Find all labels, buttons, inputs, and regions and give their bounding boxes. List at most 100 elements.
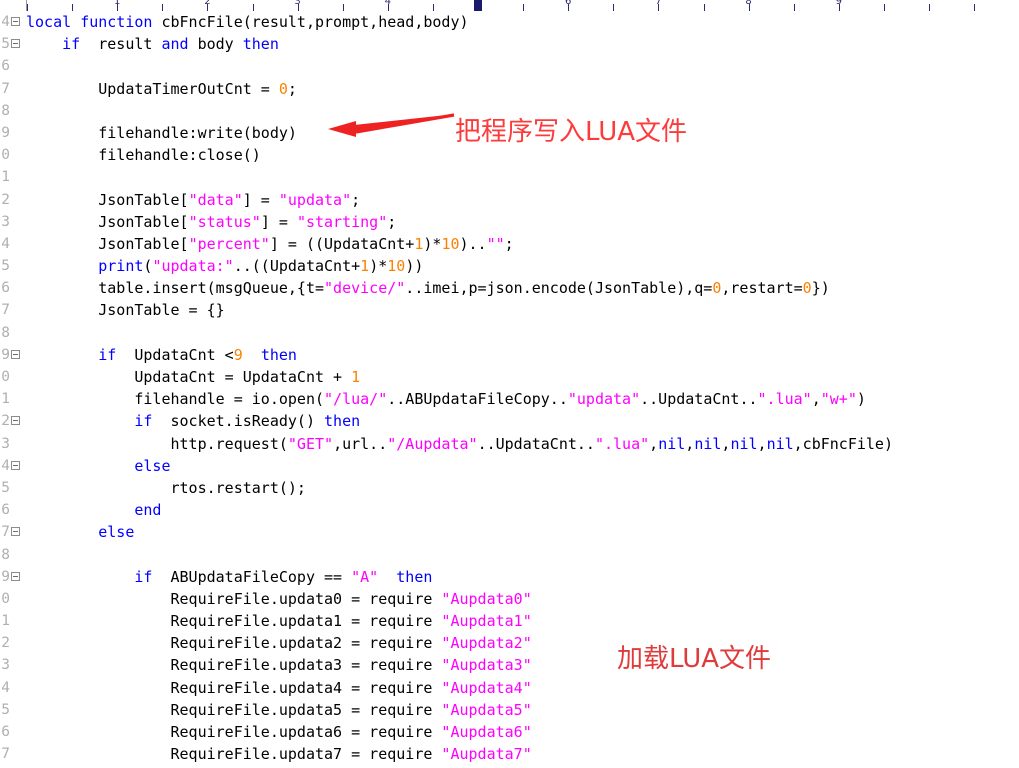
ruler-cursor-marker [474, 0, 482, 11]
code-text: filehandle:write(body) [26, 123, 297, 142]
code-line[interactable]: 3 JsonTable["status"] = "starting"; [0, 211, 1019, 233]
code-line[interactable]: 0 RequireFile.updata0 = require "Aupdata… [0, 588, 1019, 610]
ruler-tick [72, 4, 74, 11]
code-line[interactable]: 2 RequireFile.updata2 = require "Aupdata… [0, 632, 1019, 654]
ruler-tick [27, 4, 28, 11]
line-number: 0 [1, 147, 10, 164]
line-number: 5 [1, 701, 10, 718]
line-number: 5 [1, 36, 10, 53]
code-text: UpdataTimerOutCnt = 0; [26, 79, 297, 98]
ruler-tick [432, 4, 434, 11]
ruler-label-1: 1 [114, 0, 121, 7]
code-line[interactable]: 7 UpdataTimerOutCnt = 0; [0, 78, 1019, 100]
code-line[interactable]: 9 if ABUpdataFileCopy == "A" then [0, 566, 1019, 588]
code-line[interactable]: 1 filehandle = io.open("/lua/"..ABUpdata… [0, 388, 1019, 410]
code-line[interactable]: 1 RequireFile.updata1 = require "Aupdata… [0, 610, 1019, 632]
code-text: local function cbFncFile(result,prompt,h… [26, 13, 469, 31]
ruler-tick [523, 4, 525, 11]
fold-collapse-icon[interactable] [11, 460, 20, 470]
ruler-tick [974, 4, 976, 11]
code-text: http.request("GET",url.."/Aupdata"..Upda… [26, 434, 893, 453]
code-line[interactable]: 4 RequireFile.updata4 = require "Aupdata… [0, 677, 1019, 699]
code-line[interactable]: 4 else [0, 455, 1019, 477]
code-text: rtos.restart(); [26, 478, 306, 497]
code-text: RequireFile.updata4 = require "Aupdata4" [26, 678, 532, 697]
code-line[interactable]: 0 UpdataCnt = UpdataCnt + 1 [0, 366, 1019, 388]
ruler-label-8: 8 [745, 0, 752, 7]
code-text: end [134, 501, 162, 520]
ruler-tick [929, 4, 930, 11]
code-line[interactable]: 2 if socket.isReady() then [0, 410, 1019, 432]
fold-collapse-icon[interactable] [11, 17, 20, 26]
line-number: 5 [1, 258, 10, 275]
code-text: JsonTable["percent"] = ((UpdataCnt+1)*10… [26, 234, 514, 253]
ruler-tick [703, 4, 705, 11]
line-number: 4 [1, 457, 10, 474]
fold-collapse-icon[interactable] [11, 527, 20, 537]
code-text: if ABUpdataFileCopy == "A" then [134, 567, 433, 586]
code-text: RequireFile.updata1 = require "Aupdata1" [26, 612, 532, 631]
fold-collapse-icon[interactable] [11, 571, 20, 581]
code-text: print("updata:"..((UpdataCnt+1)*10)) [98, 257, 424, 276]
code-text: JsonTable["data"] = "updata"; [26, 190, 361, 209]
code-line[interactable]: 5 if result and body then [0, 33, 1019, 55]
code-line[interactable]: 5 rtos.restart(); [0, 477, 1019, 499]
code-line[interactable]: 8 [0, 322, 1019, 344]
code-text: UpdataCnt = UpdataCnt + 1 [26, 368, 361, 386]
code-text: filehandle:close() [26, 146, 261, 165]
ruler-tick [162, 4, 164, 11]
line-number: 8 [1, 546, 10, 563]
code-text: RequireFile.updata6 = require "Aupdata6" [26, 723, 532, 741]
line-number: 6 [1, 724, 10, 740]
line-number: 9 [1, 346, 10, 363]
line-number: 0 [1, 590, 10, 607]
code-line[interactable]: 4 JsonTable["percent"] = ((UpdataCnt+1)*… [0, 233, 1019, 255]
ruler-label-9: 9 [835, 0, 842, 7]
code-line[interactable]: 5 RequireFile.updata5 = require "Aupdata… [0, 699, 1019, 721]
code-line[interactable]: 5 print("updata:"..((UpdataCnt+1)*10)) [0, 255, 1019, 277]
line-number: 5 [1, 479, 10, 496]
code-text: else [134, 456, 171, 475]
code-text: JsonTable["status"] = "starting"; [26, 212, 397, 231]
code-line[interactable]: 6 end [0, 499, 1019, 521]
line-number: 6 [1, 502, 10, 519]
line-number: 1 [1, 169, 10, 186]
code-line[interactable]: 6 table.insert(msgQueue,{t="device/"..im… [0, 277, 1019, 299]
code-line[interactable]: 2 JsonTable["data"] = "updata"; [0, 189, 1019, 211]
code-line[interactable]: 3 http.request("GET",url.."/Aupdata"..Up… [0, 433, 1019, 455]
line-number: 2 [1, 191, 10, 208]
code-line[interactable]: 6 RequireFile.updata6 = require "Aupdata… [0, 721, 1019, 743]
ruler-label-6: 6 [565, 0, 572, 7]
line-number: 6 [1, 58, 10, 75]
line-number: 2 [1, 635, 10, 652]
code-text: JsonTable = {} [26, 301, 225, 320]
code-line[interactable]: 4 local function cbFncFile(result,prompt,… [0, 11, 1019, 33]
line-number: 0 [1, 369, 10, 385]
line-number: 3 [1, 435, 10, 452]
line-number: 3 [1, 657, 10, 674]
code-line[interactable]: 6 [0, 55, 1019, 77]
code-line[interactable]: 3 RequireFile.updata3 = require "Aupdata… [0, 654, 1019, 676]
line-number: 1 [1, 391, 10, 408]
fold-collapse-icon[interactable] [11, 39, 20, 49]
code-line[interactable]: 7 RequireFile.updata7 = require "Aupdata… [0, 743, 1019, 765]
code-line[interactable]: 1 [0, 166, 1019, 188]
fold-collapse-icon[interactable] [11, 349, 20, 359]
code-line[interactable]: 7 JsonTable = {} [0, 299, 1019, 321]
code-line[interactable]: 8 [0, 544, 1019, 566]
line-number: 8 [1, 102, 10, 119]
line-number: 7 [1, 302, 10, 319]
code-text: if UpdataCnt <9 then [98, 345, 297, 364]
fold-collapse-icon[interactable] [11, 416, 20, 426]
ruler-tick [342, 4, 344, 11]
line-number: 8 [1, 324, 10, 341]
line-number: 6 [1, 280, 10, 297]
line-number: 4 [1, 679, 10, 696]
code-line[interactable]: 9 if UpdataCnt <9 then [0, 344, 1019, 366]
line-number: 2 [1, 413, 10, 430]
code-line[interactable]: 7 else [0, 521, 1019, 543]
ruler-label-4: 4 [384, 0, 391, 7]
ruler-label-2: 2 [204, 0, 211, 7]
line-number: 1 [1, 613, 10, 630]
ruler-tick [252, 4, 254, 11]
